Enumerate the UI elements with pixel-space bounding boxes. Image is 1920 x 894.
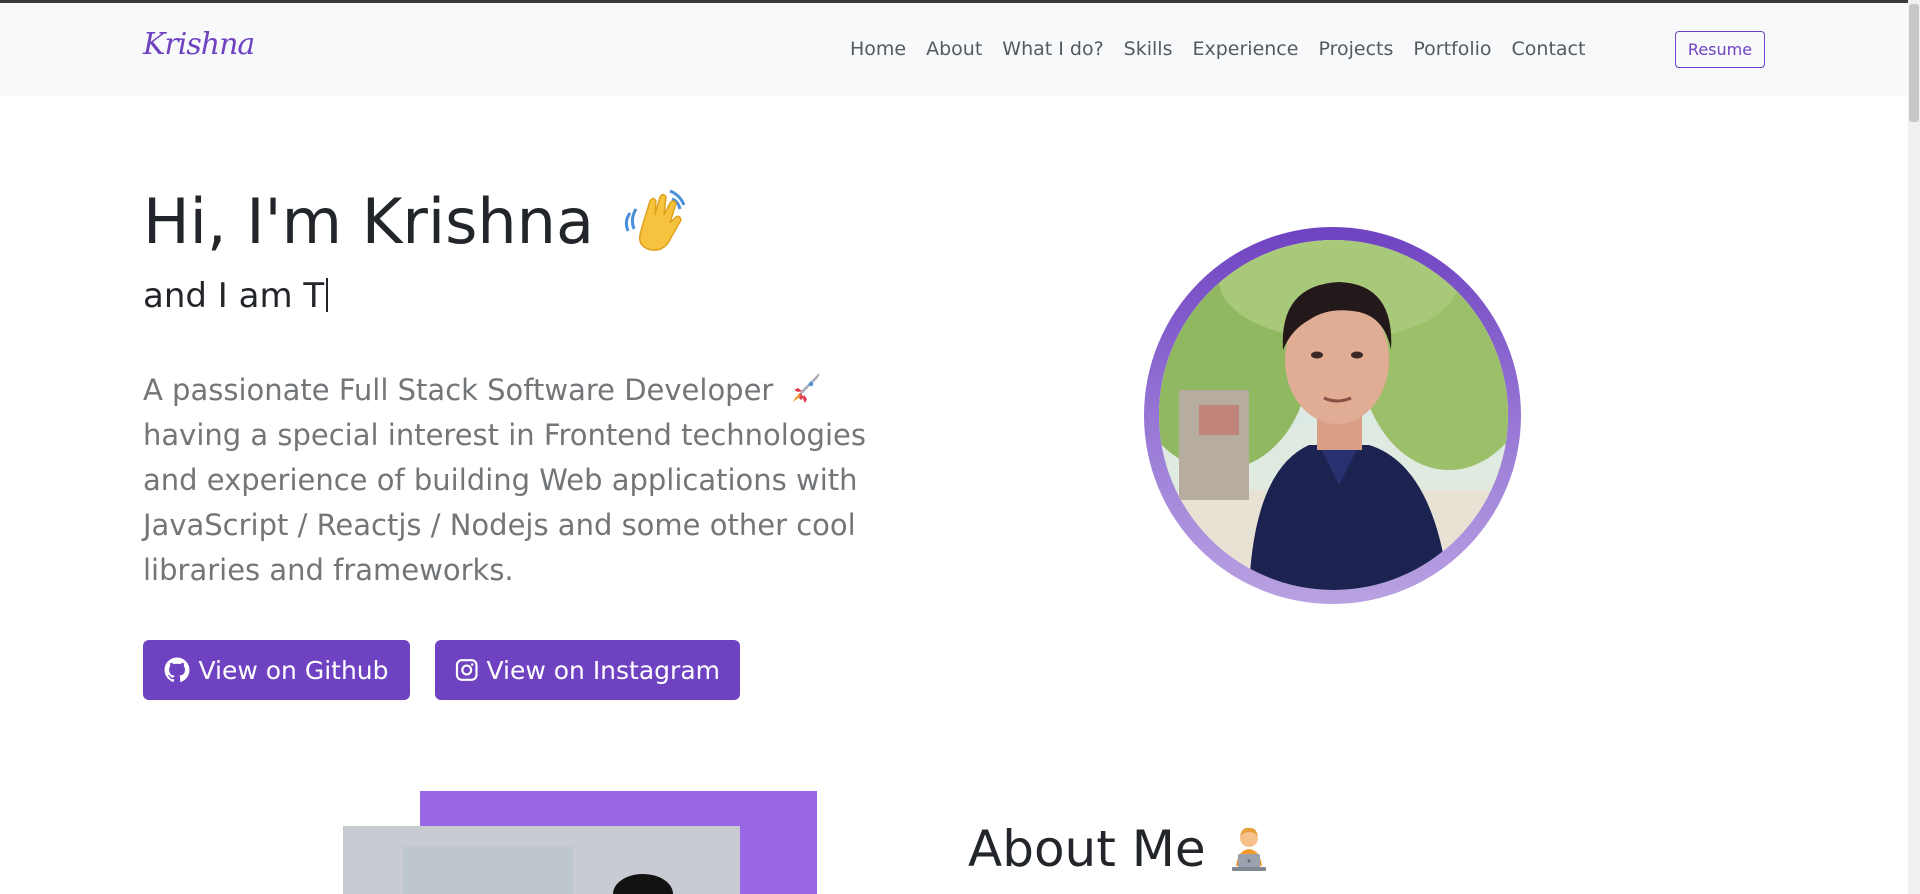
- nav-links: Home About What I do? Skills Experience …: [850, 38, 1605, 60]
- nav-link-portfolio[interactable]: Portfolio: [1413, 38, 1491, 60]
- brand-logo[interactable]: Krishna: [143, 27, 255, 62]
- typed-text: and I am T: [143, 276, 325, 316]
- hero-heading: Hi, I'm Krishna: [143, 185, 690, 258]
- description-line-1: A passionate Full Stack Software Develop…: [143, 373, 774, 407]
- nav-link-skills[interactable]: Skills: [1124, 38, 1173, 60]
- github-button-label: View on Github: [198, 655, 389, 685]
- about-photo: [343, 826, 740, 894]
- nav-link-projects[interactable]: Projects: [1318, 38, 1393, 60]
- technologist-emoji: [1224, 824, 1274, 874]
- hero-description: A passionate Full Stack Software Develop…: [143, 368, 923, 593]
- navbar: Krishna Home About What I do? Skills Exp…: [0, 3, 1908, 96]
- scrollbar-thumb[interactable]: [1909, 4, 1919, 122]
- typing-cursor: [326, 278, 329, 312]
- nav-link-what-i-do[interactable]: What I do?: [1002, 38, 1103, 60]
- instagram-button[interactable]: View on Instagram: [435, 640, 740, 700]
- profile-photo: [1159, 240, 1508, 590]
- rocket-emoji: [789, 372, 821, 404]
- hero-typed-subtitle: and I am T: [143, 276, 329, 316]
- nav-link-experience[interactable]: Experience: [1192, 38, 1298, 60]
- hero-greeting: Hi, I'm Krishna: [143, 185, 594, 258]
- about-title-text: About Me: [968, 820, 1206, 878]
- about-heading: About Me: [968, 820, 1274, 878]
- description-rest: having a special interest in Frontend te…: [143, 418, 866, 587]
- nav-link-about[interactable]: About: [926, 38, 982, 60]
- instagram-button-label: View on Instagram: [486, 655, 720, 685]
- resume-button[interactable]: Resume: [1675, 31, 1765, 68]
- page-scrollbar[interactable]: [1908, 0, 1920, 894]
- github-button[interactable]: View on Github: [143, 640, 410, 700]
- waving-hand-emoji: [620, 187, 690, 257]
- github-icon: [165, 657, 190, 682]
- nav-link-home[interactable]: Home: [850, 38, 906, 60]
- nav-link-contact[interactable]: Contact: [1512, 38, 1586, 60]
- instagram-icon: [455, 659, 478, 681]
